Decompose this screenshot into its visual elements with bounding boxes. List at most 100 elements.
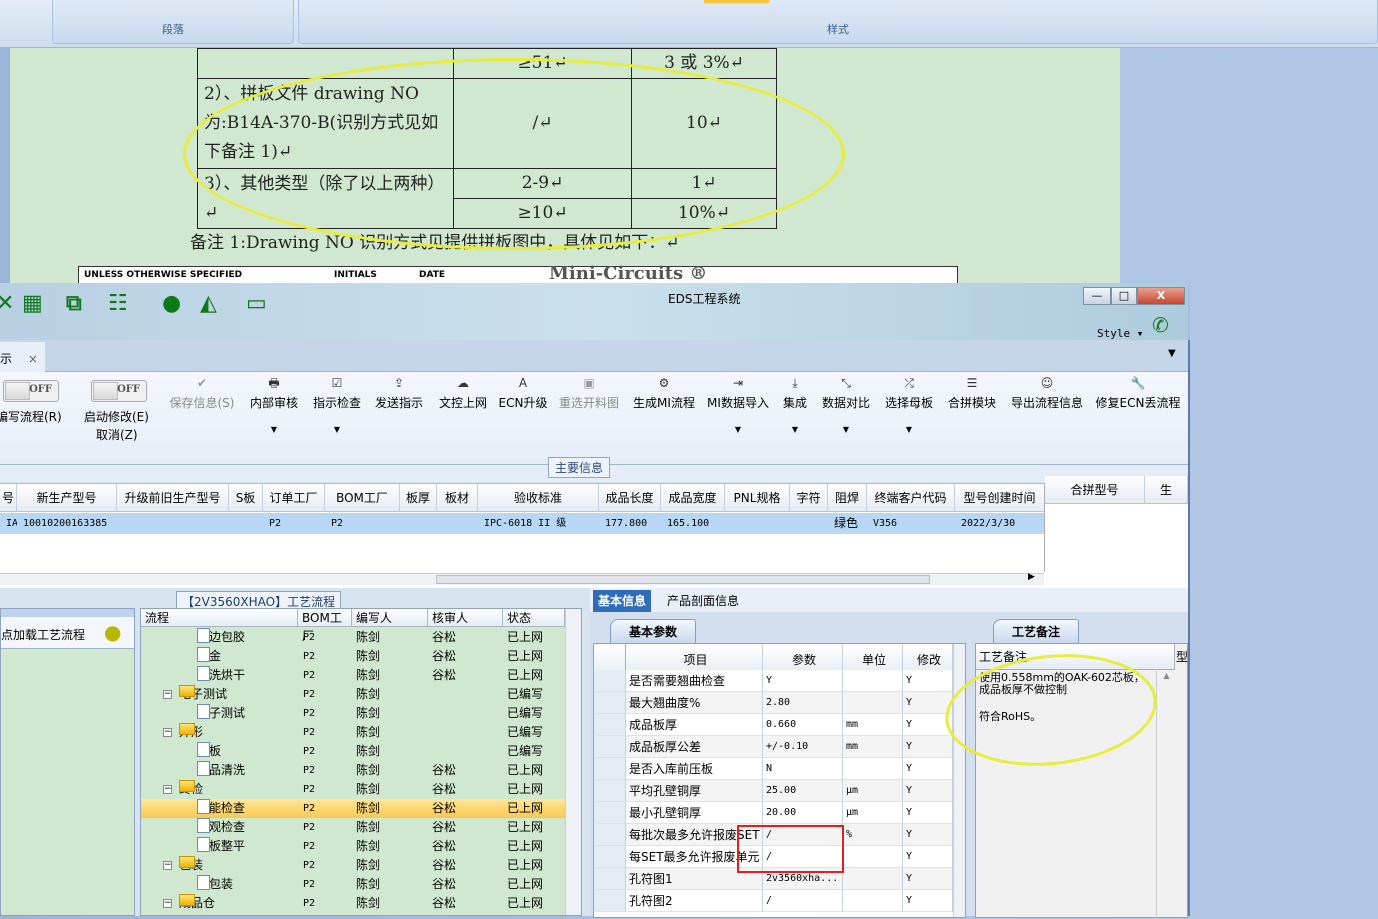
toggle-start-modify[interactable]: OFF — [91, 380, 147, 402]
params-cell[interactable]: % — [843, 824, 903, 846]
tree-row[interactable]: −外形 P2 陈剑 已编写 — [141, 723, 565, 742]
grid-column-header[interactable]: 板厚 — [400, 484, 437, 512]
dropdown-arrow-icon[interactable]: ▼ — [859, 425, 959, 434]
row-header[interactable] — [594, 692, 626, 714]
grid-cell[interactable] — [229, 513, 263, 534]
grid-side-header[interactable]: 合拼型号 — [1045, 476, 1145, 504]
grid-column-header[interactable]: PNL规格 — [725, 484, 790, 512]
tree-row[interactable]: 成品清洗 P2 陈剑 谷松 已上网 — [141, 761, 565, 780]
load-flow-label[interactable]: 点加载工艺流程 — [1, 626, 85, 643]
row-header[interactable] — [594, 868, 626, 890]
tree-scrollbar[interactable] — [565, 609, 581, 915]
params-cell[interactable] — [843, 692, 903, 714]
tree-column-header[interactable]: 状态 — [503, 609, 565, 627]
tree-row[interactable]: 水洗烘干 P2 陈剑 谷松 已上网 — [141, 666, 565, 685]
params-cell[interactable]: 平均孔壁铜厚 — [626, 780, 763, 802]
params-cell[interactable]: Y — [903, 670, 953, 692]
params-cell[interactable]: Y — [903, 780, 953, 802]
tree-row[interactable]: − 电子测试 P2 陈剑 已编写 — [141, 685, 565, 704]
scroll-thumb[interactable] — [436, 575, 930, 584]
row-header[interactable] — [594, 890, 626, 912]
grid-cell[interactable]: IAO — [0, 513, 17, 534]
params-cell[interactable]: 2.80 — [763, 692, 843, 714]
tree-row[interactable]: 烘板整平 P2 陈剑 谷松 已上网 — [141, 837, 565, 856]
params-cell[interactable]: 成品板厚公差 — [626, 736, 763, 758]
grid-column-header[interactable]: 成品长度 — [599, 484, 661, 512]
params-cell[interactable]: Y — [903, 890, 953, 912]
tree-node[interactable]: 电子测试 — [197, 704, 245, 723]
params-cell[interactable] — [843, 846, 903, 868]
tab-basic-params[interactable]: 基本参数 — [610, 619, 697, 643]
tree-column-header[interactable]: 流程 — [141, 609, 298, 627]
params-cell[interactable]: 是否入库前压板 — [626, 758, 763, 780]
grid-cell[interactable] — [437, 513, 478, 534]
row-header[interactable] — [594, 824, 626, 846]
tab-process-notes[interactable]: 工艺备注 — [993, 619, 1080, 643]
params-cell[interactable]: Y — [903, 868, 953, 890]
grid-column-header[interactable]: 号 — [0, 484, 17, 512]
collapse-icon[interactable]: − — [163, 899, 172, 908]
toolbar-button-13[interactable]: ☺ 导出流程信息 — [997, 372, 1097, 411]
grid-side-header[interactable]: 生 — [1145, 476, 1188, 504]
tree-row[interactable]: 电子测试 P2 陈剑 已编写 — [141, 704, 565, 723]
collapse-icon[interactable]: − — [163, 690, 172, 699]
grid-cell[interactable]: 177.800 — [599, 513, 661, 534]
tree-row[interactable]: 外观检查 P2 陈剑 谷松 已上网 — [141, 818, 565, 837]
params-cell[interactable] — [843, 868, 903, 890]
grid-cell[interactable]: IPC-6018 II 级 — [478, 513, 599, 534]
tree-row[interactable]: −包装 P2 陈剑 谷松 已上网 — [141, 856, 565, 875]
row-header[interactable] — [594, 780, 626, 802]
collapse-icon[interactable]: − — [163, 785, 172, 794]
tab-basic-info[interactable]: 基本信息 — [593, 590, 652, 612]
tree-node[interactable]: 外形 — [179, 723, 203, 742]
grid-column-header[interactable]: 板材 — [437, 484, 478, 512]
params-cell[interactable]: Y — [903, 736, 953, 758]
notes-scroll-up-icon[interactable]: ▲ — [1156, 671, 1176, 919]
params-cell[interactable]: Y — [903, 846, 953, 868]
grid-cell[interactable]: 10010200163385 — [17, 513, 117, 534]
scroll-right-icon[interactable]: ▶ — [1028, 572, 1035, 582]
tree-row[interactable]: 板边包胶 P2 陈剑 谷松 已上网 — [141, 628, 565, 647]
grid-icon[interactable]: ☷ — [108, 291, 128, 316]
row-header[interactable] — [594, 802, 626, 824]
params-cell[interactable]: N — [763, 758, 843, 780]
grid-column-header[interactable]: 终端客户代码 — [867, 484, 955, 512]
params-cell[interactable]: 是否需要翘曲检查 — [626, 670, 763, 692]
tree-row[interactable]: 内包装 P2 陈剑 谷松 已上网 — [141, 875, 565, 894]
params-cell[interactable]: 最大翘曲度% — [626, 692, 763, 714]
params-cell[interactable]: 20.00 — [763, 802, 843, 824]
tree-column-header[interactable]: BOM工厂 — [298, 609, 352, 643]
grid-cell[interactable] — [725, 513, 790, 534]
copy-icon[interactable]: ⧉ — [66, 291, 82, 316]
grid-cell[interactable] — [790, 513, 828, 534]
grid-cell[interactable] — [117, 513, 229, 534]
params-cell[interactable]: Y — [903, 802, 953, 824]
params-cell[interactable]: mm — [843, 736, 903, 758]
title-bar[interactable]: ✕ ▦ ⧉ ☷ ● ◭ ▭ EDS工程系统 — □ X Style ▾ ✆ — [0, 283, 1190, 340]
grid-column-header[interactable]: 升级前旧生产型号 — [117, 484, 229, 512]
toggle-write-flow[interactable]: OFF — [3, 380, 59, 402]
grid-column-header[interactable]: 验收标准 — [478, 484, 599, 512]
grid-cell[interactable]: P2 — [325, 513, 400, 534]
grid-cell[interactable] — [400, 513, 437, 534]
row-header[interactable] — [594, 714, 626, 736]
tree-node[interactable]: 包装 — [179, 856, 203, 875]
close-button[interactable]: X — [1137, 287, 1185, 305]
row-header[interactable] — [594, 736, 626, 758]
row-header[interactable] — [594, 670, 626, 692]
maximize-button[interactable]: □ — [1111, 287, 1137, 305]
params-cell[interactable]: 最小孔壁铜厚 — [626, 802, 763, 824]
grid-column-header[interactable]: 订单工厂 — [263, 484, 325, 512]
tab-profile-info[interactable]: 产品剖面信息 — [662, 590, 744, 612]
close-tab-icon[interactable]: × — [28, 352, 38, 366]
params-cell[interactable]: Y — [903, 758, 953, 780]
params-cell[interactable]: +/-0.10 — [763, 736, 843, 758]
close-x-icon[interactable]: ✕ — [0, 291, 14, 316]
tab-list-dropdown-icon[interactable]: ▼ — [1168, 348, 1176, 359]
doc-tab[interactable]: 示 × — [0, 342, 45, 372]
params-cell[interactable] — [843, 890, 903, 912]
collapse-icon[interactable]: − — [163, 861, 172, 870]
params-cell[interactable]: / — [763, 890, 843, 912]
grid-column-header[interactable]: 字符 — [790, 484, 828, 512]
tree-node[interactable]: 铣板 — [197, 742, 221, 761]
